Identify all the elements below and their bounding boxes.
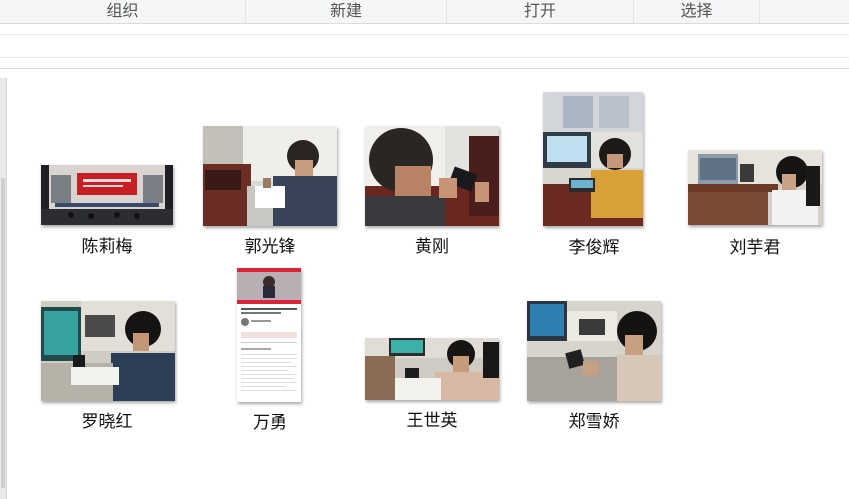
file-name: 郭光锋 bbox=[244, 237, 296, 257]
image-thumbnail bbox=[543, 92, 643, 226]
file-name: 罗晓红 bbox=[81, 412, 133, 432]
file-item[interactable]: 郑雪娇 bbox=[514, 297, 674, 437]
image-thumbnail bbox=[203, 126, 337, 226]
image-thumbnail bbox=[237, 268, 301, 402]
divider bbox=[0, 34, 849, 35]
image-thumbnail bbox=[41, 301, 175, 401]
image-thumbnail bbox=[365, 126, 499, 226]
ribbon-group-labels: 组织 新建 打开 选择 bbox=[0, 0, 849, 24]
file-name: 万勇 bbox=[253, 413, 287, 433]
file-item[interactable]: 王世英 bbox=[352, 333, 512, 433]
image-thumbnail bbox=[527, 301, 661, 401]
ribbon-group-label: 打开 bbox=[523, 1, 556, 20]
ribbon-group-new[interactable]: 新建 bbox=[246, 0, 447, 23]
ribbon-group-select[interactable]: 选择 bbox=[634, 0, 760, 23]
file-name: 郑雪娇 bbox=[568, 412, 620, 432]
image-thumbnail bbox=[688, 150, 822, 225]
image-thumbnail bbox=[41, 165, 173, 225]
file-item[interactable]: 陈莉梅 bbox=[27, 160, 187, 260]
file-name: 李俊辉 bbox=[568, 238, 620, 258]
ribbon-group-organize[interactable]: 组织 bbox=[0, 0, 246, 23]
file-item[interactable]: 刘芋君 bbox=[675, 145, 835, 265]
navigation-pane-scrollbar[interactable] bbox=[1, 178, 5, 488]
file-item[interactable]: 郭光锋 bbox=[190, 122, 350, 262]
ribbon-group-label: 新建 bbox=[329, 1, 362, 20]
file-item[interactable]: 万勇 bbox=[190, 264, 350, 439]
navigation-pane-edge[interactable] bbox=[0, 78, 7, 499]
file-name: 黄刚 bbox=[415, 237, 449, 257]
file-name: 王世英 bbox=[406, 411, 458, 431]
divider bbox=[0, 57, 849, 58]
file-name: 陈莉梅 bbox=[81, 237, 133, 257]
file-item[interactable]: 黄刚 bbox=[352, 122, 512, 262]
ribbon-group-label: 选择 bbox=[680, 1, 713, 20]
file-item[interactable]: 罗晓红 bbox=[27, 297, 187, 437]
ribbon-group-label: 组织 bbox=[106, 1, 139, 20]
file-item[interactable]: 李俊辉 bbox=[514, 88, 674, 263]
image-thumbnail bbox=[365, 338, 499, 400]
ribbon-group-open[interactable]: 打开 bbox=[447, 0, 634, 23]
address-bar-area bbox=[0, 24, 849, 69]
file-name: 刘芋君 bbox=[729, 238, 781, 258]
